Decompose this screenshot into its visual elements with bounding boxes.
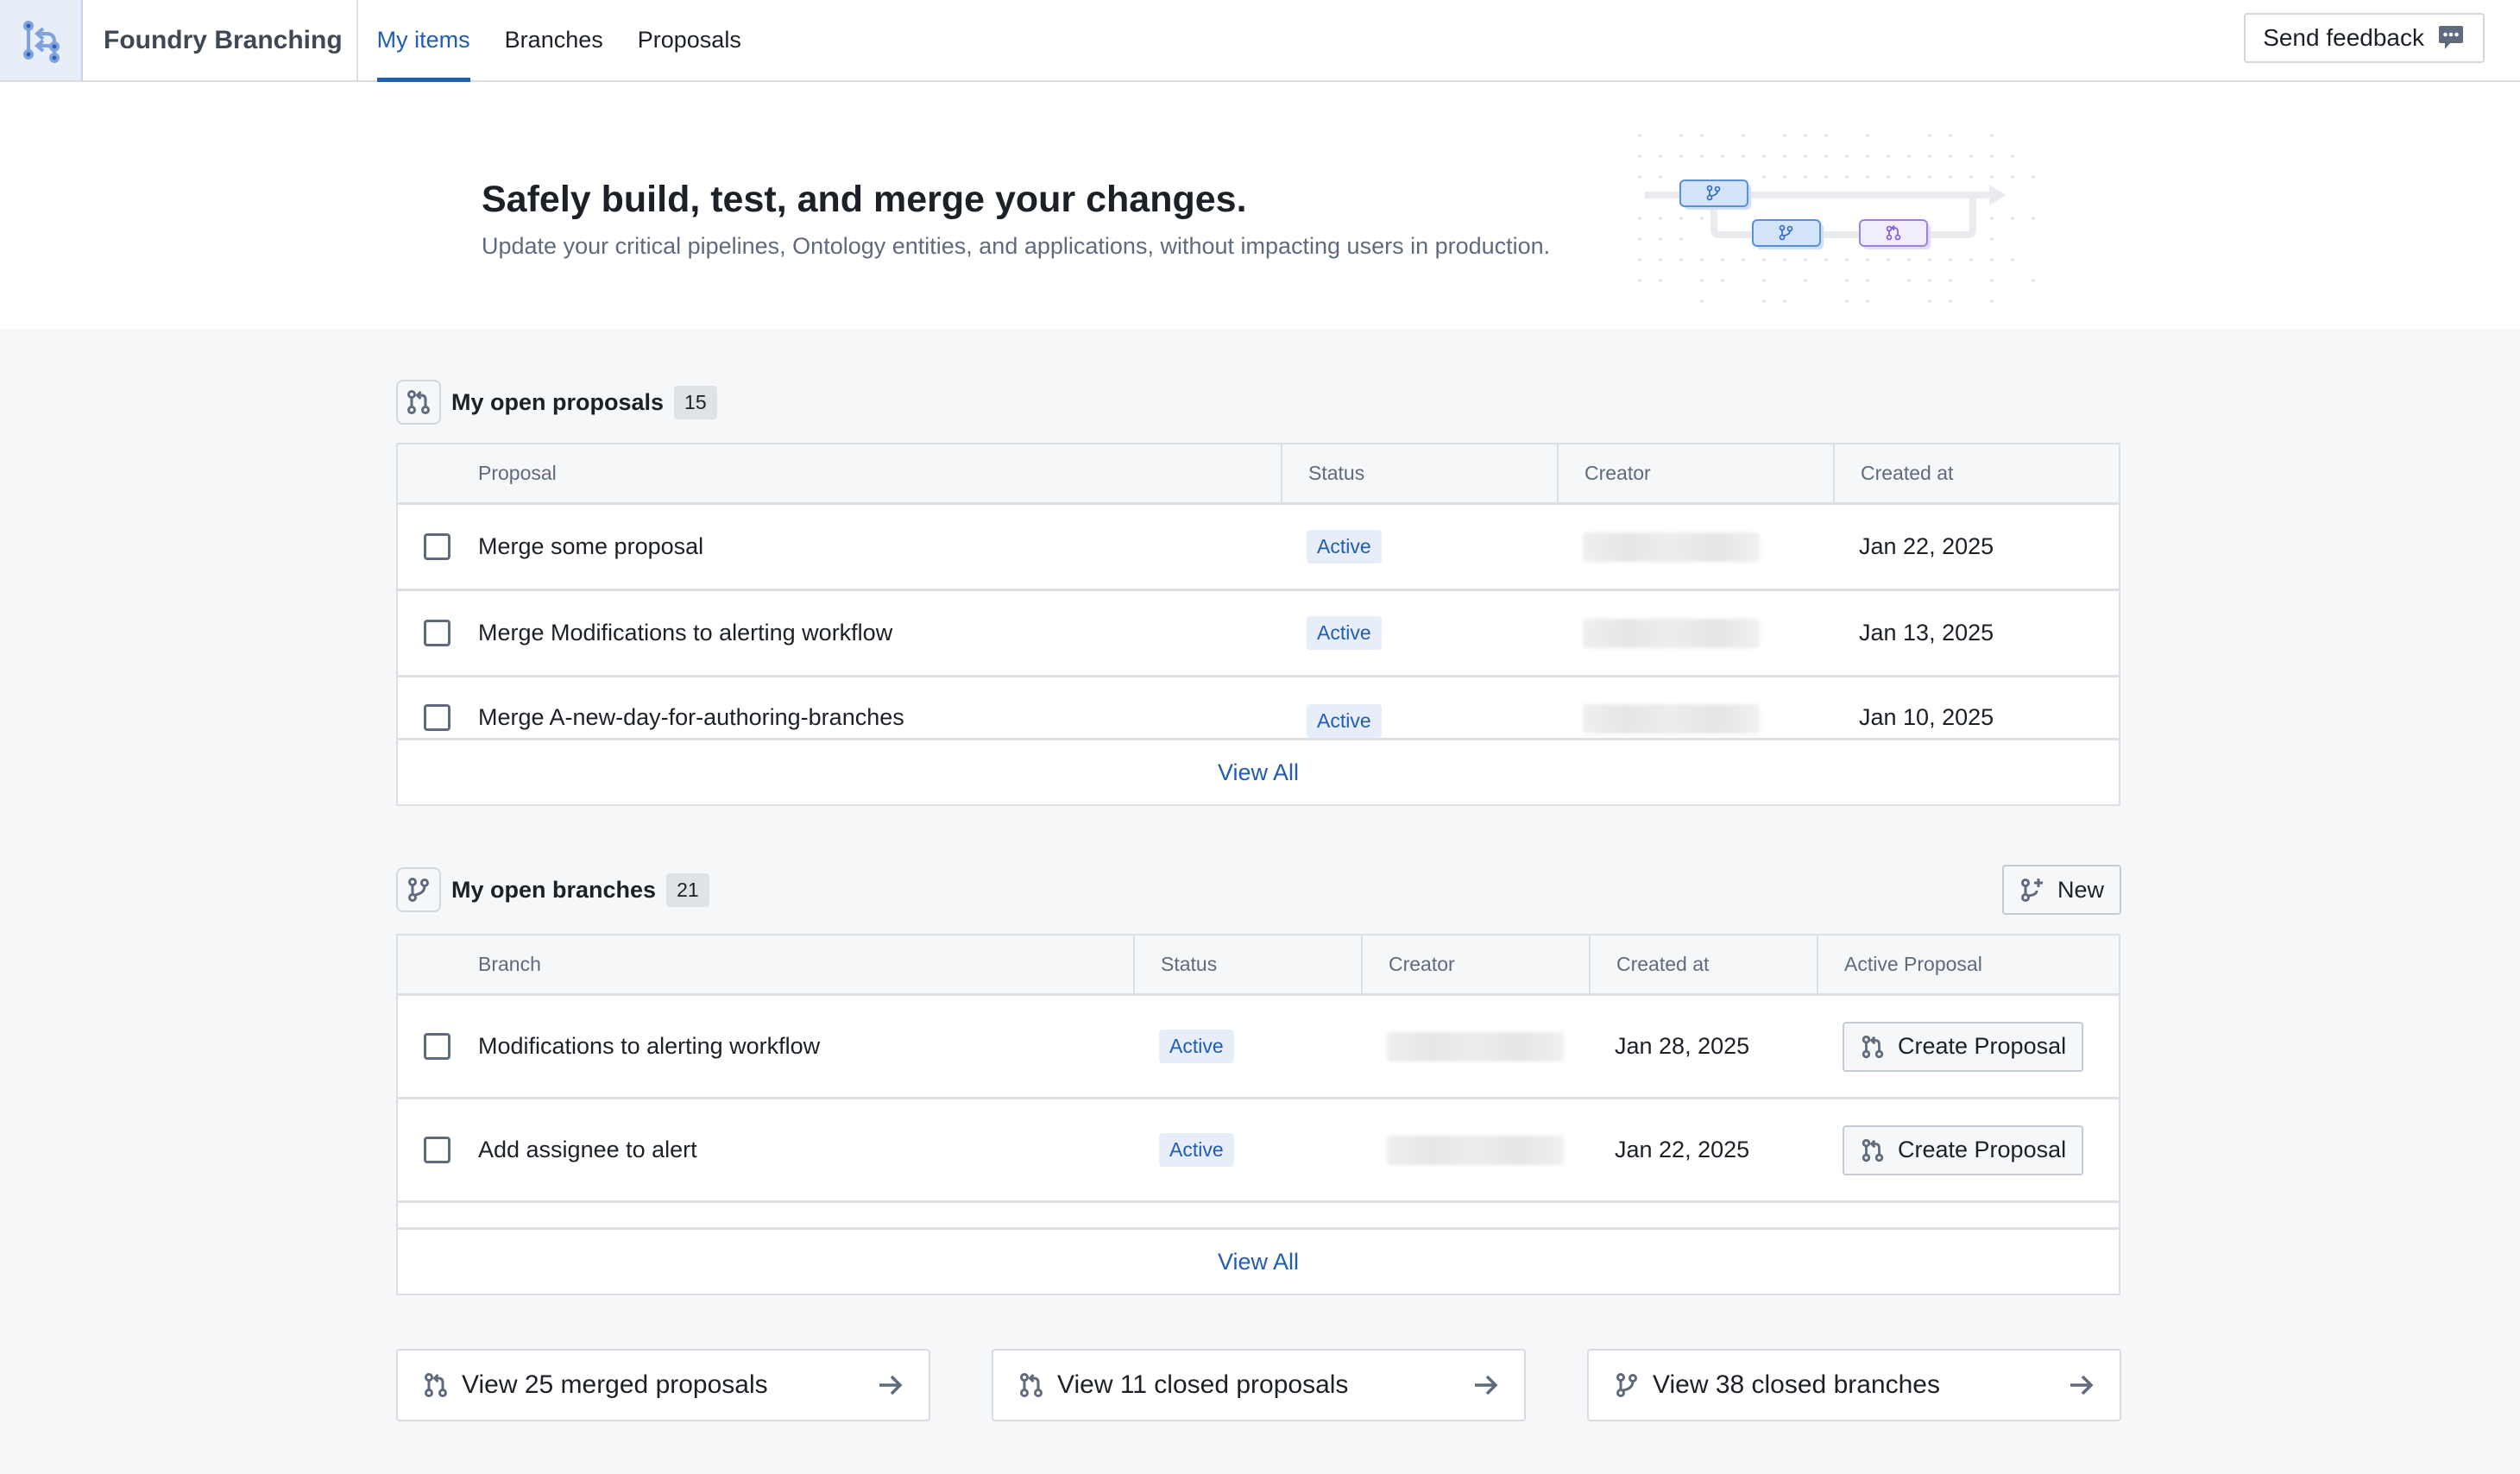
branch-name[interactable]: Add assignee to alert: [478, 1137, 697, 1163]
proposal-name[interactable]: Merge some proposal: [478, 533, 703, 560]
branch-node-child: [1752, 219, 1824, 249]
status-badge: Active: [1159, 1030, 1234, 1063]
created-at: Jan 28, 2025: [1615, 1033, 1750, 1059]
view-merged-proposals-label: View 25 merged proposals: [462, 1370, 768, 1399]
branches-table-header: Branch Status Creator Created at Active …: [398, 935, 2119, 996]
new-branch-icon: [2021, 879, 2043, 902]
proposal-node: [1859, 219, 1931, 249]
hero-title: Safely build, test, and merge your chang…: [482, 179, 1247, 220]
branch-node-main: [1679, 180, 1751, 210]
branching-illustration: [1638, 134, 2035, 303]
column-header-proposal[interactable]: Proposal: [398, 444, 1281, 502]
git-branch-icon: [1616, 1373, 1637, 1397]
created-at: Jan 13, 2025: [1859, 620, 1994, 646]
git-pull-icon: [407, 390, 430, 414]
git-branch-icon: [408, 878, 429, 902]
branches-section-header: My open branches 21: [396, 867, 709, 912]
row-checkbox[interactable]: [424, 533, 450, 560]
created-at: Jan 22, 2025: [1859, 533, 1994, 559]
send-feedback-label: Send feedback: [2263, 24, 2424, 51]
git-pull-icon: [425, 1373, 447, 1397]
branches-table: Branch Status Creator Created at Active …: [396, 934, 2120, 1295]
create-proposal-label: Create Proposal: [1898, 1137, 2067, 1162]
row-checkbox[interactable]: [424, 1033, 450, 1060]
column-header-created-at[interactable]: Created at: [1589, 935, 1817, 993]
proposals-table-header: Proposal Status Creator Created at: [398, 444, 2119, 505]
column-header-status[interactable]: Status: [1281, 444, 1557, 502]
status-badge: Active: [1307, 530, 1382, 564]
table-row[interactable]: Add assignee to alert Active Jan 22, 202…: [398, 1099, 2119, 1203]
status-badge: Active: [1307, 704, 1382, 738]
branches-section-icon-box: [396, 867, 441, 912]
create-proposal-label: Create Proposal: [1898, 1033, 2067, 1059]
proposals-table: Proposal Status Creator Created at Merge…: [396, 443, 2120, 806]
arrow-right-icon: [1475, 1375, 1498, 1395]
view-closed-branches-label: View 38 closed branches: [1653, 1370, 1940, 1399]
proposals-table-body: Merge some proposal Active Jan 22, 2025 …: [398, 505, 2119, 738]
new-branch-button[interactable]: New: [2002, 865, 2122, 915]
proposals-view-all-link[interactable]: View All: [398, 738, 2119, 804]
arrow-right-icon: [879, 1375, 903, 1395]
column-header-branch[interactable]: Branch: [398, 935, 1133, 993]
branches-view-all-link[interactable]: View All: [398, 1227, 2119, 1294]
nav-tabs: My items Branches Proposals: [376, 0, 776, 82]
creator-redacted: [1583, 532, 1760, 562]
create-proposal-button[interactable]: Create Proposal: [1843, 1124, 2084, 1175]
creator-redacted: [1387, 1135, 1564, 1165]
app-logo[interactable]: [0, 0, 83, 80]
proposal-name[interactable]: Merge Modifications to alerting workflow: [478, 620, 892, 646]
tab-branches[interactable]: Branches: [505, 0, 603, 80]
git-pull-icon: [1862, 1035, 1884, 1058]
creator-redacted: [1583, 704, 1760, 734]
column-header-active-proposal[interactable]: Active Proposal: [1817, 935, 2119, 993]
status-badge: Active: [1307, 616, 1382, 650]
column-header-status[interactable]: Status: [1133, 935, 1361, 993]
hero-banner: Safely build, test, and merge your chang…: [0, 82, 2520, 329]
hero-subtitle: Update your critical pipelines, Ontology…: [482, 233, 1551, 259]
creator-redacted: [1387, 1031, 1564, 1061]
row-checkbox[interactable]: [424, 620, 450, 646]
arrow-right-icon: [2070, 1375, 2094, 1395]
table-row[interactable]: Merge A-new-day-for-authoring-branches A…: [398, 677, 2119, 738]
row-checkbox[interactable]: [424, 1137, 450, 1163]
top-navbar: Foundry Branching My items Branches Prop…: [0, 0, 2520, 82]
table-row[interactable]: Merge some proposal Active Jan 22, 2025: [398, 505, 2119, 591]
app-brand-name: Foundry Branching: [83, 0, 358, 80]
view-closed-proposals-card[interactable]: View 11 closed proposals: [992, 1349, 1526, 1421]
created-at: Jan 22, 2025: [1615, 1137, 1750, 1162]
new-branch-label: New: [2057, 876, 2105, 903]
column-header-creator[interactable]: Creator: [1361, 935, 1589, 993]
git-pull-icon: [1020, 1373, 1043, 1397]
created-at: Jan 10, 2025: [1859, 704, 1994, 730]
branches-table-body: Modifications to alerting workflow Activ…: [398, 996, 2119, 1227]
branches-count-badge: 21: [666, 872, 709, 907]
comment-icon: [2439, 26, 2463, 49]
branches-section-title: My open branches: [451, 876, 657, 903]
proposals-section-header: My open proposals 15: [396, 380, 717, 425]
column-header-creator[interactable]: Creator: [1557, 444, 1833, 502]
table-row[interactable]: Modifications to alerting workflow Activ…: [398, 996, 2119, 1099]
creator-redacted: [1583, 618, 1760, 648]
proposals-section-title: My open proposals: [451, 388, 665, 415]
table-row[interactable]: Merge Modifications to alerting workflow…: [398, 591, 2119, 677]
column-header-created-at[interactable]: Created at: [1833, 444, 2119, 502]
send-feedback-button[interactable]: Send feedback: [2244, 13, 2485, 63]
tab-my-items[interactable]: My items: [376, 0, 470, 82]
view-merged-proposals-card[interactable]: View 25 merged proposals: [396, 1349, 930, 1421]
branching-logo-icon: [23, 20, 60, 63]
status-badge: Active: [1159, 1133, 1234, 1167]
proposals-section-icon-box: [396, 380, 441, 425]
create-proposal-button[interactable]: Create Proposal: [1843, 1021, 2084, 1072]
proposals-count-badge: 15: [674, 385, 717, 419]
row-checkbox[interactable]: [424, 704, 450, 731]
proposal-name[interactable]: Merge A-new-day-for-authoring-branches: [478, 704, 904, 731]
branch-name[interactable]: Modifications to alerting workflow: [478, 1033, 820, 1060]
view-closed-proposals-label: View 11 closed proposals: [1057, 1370, 1349, 1399]
git-pull-icon: [1862, 1138, 1884, 1162]
view-closed-branches-card[interactable]: View 38 closed branches: [1587, 1349, 2121, 1421]
tab-proposals[interactable]: Proposals: [638, 0, 741, 80]
